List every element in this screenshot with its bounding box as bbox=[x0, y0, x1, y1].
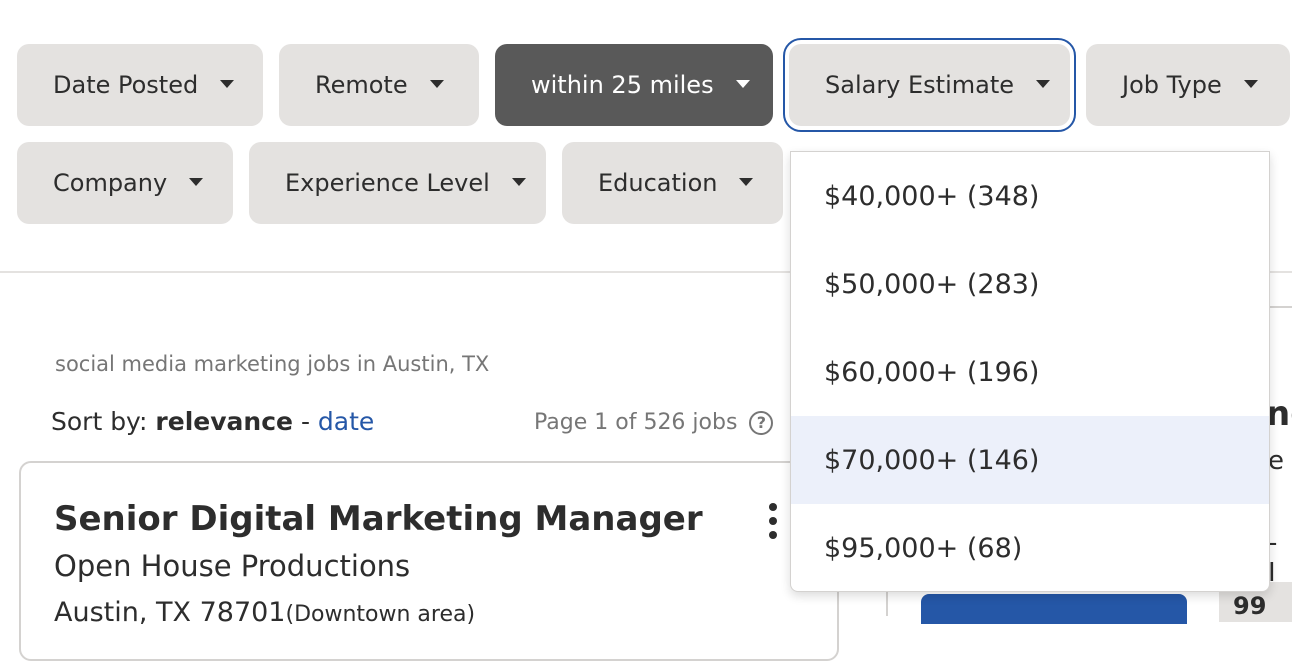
salary-option[interactable]: $70,000+ (146) bbox=[791, 416, 1269, 504]
sort-current: relevance bbox=[155, 407, 293, 436]
filter-label: Experience Level bbox=[285, 169, 490, 197]
detail-text-fragment-2: - I bbox=[1268, 528, 1278, 588]
caret-down-icon bbox=[189, 178, 204, 186]
salary-option[interactable]: $50,000+ (283) bbox=[791, 240, 1269, 328]
caret-down-icon bbox=[220, 80, 235, 88]
results-title: social media marketing jobs in Austin, T… bbox=[55, 352, 490, 376]
job-location-city: Austin, TX 78701 bbox=[54, 597, 286, 628]
more-options-icon[interactable] bbox=[766, 503, 780, 545]
sort-separator: - bbox=[300, 407, 310, 436]
detail-text-fragment: e bbox=[1268, 446, 1284, 476]
filter-label: Salary Estimate bbox=[825, 71, 1015, 99]
filter-education[interactable]: Education bbox=[562, 142, 783, 224]
save-button-fragment: 99 bbox=[1233, 592, 1267, 620]
caret-down-icon bbox=[1036, 80, 1051, 88]
job-card[interactable]: Senior Digital Marketing Manager Open Ho… bbox=[19, 461, 839, 661]
salary-option[interactable]: $95,000+ (68) bbox=[791, 504, 1269, 592]
filter-company[interactable]: Company bbox=[17, 142, 233, 224]
filter-distance[interactable]: within 25 miles bbox=[495, 44, 773, 126]
filter-label: Job Type bbox=[1122, 71, 1222, 99]
filter-job-type[interactable]: Job Type bbox=[1086, 44, 1290, 126]
page-count: Page 1 of 526 jobs bbox=[534, 410, 738, 435]
help-circle-icon[interactable]: ? bbox=[749, 410, 774, 435]
filter-label: within 25 miles bbox=[531, 71, 714, 99]
filter-label: Company bbox=[53, 169, 168, 197]
apply-button[interactable] bbox=[921, 594, 1187, 624]
job-title[interactable]: Senior Digital Marketing Manager bbox=[54, 499, 703, 539]
job-location: Austin, TX 78701(Downtown area) bbox=[54, 597, 475, 628]
filter-remote[interactable]: Remote bbox=[279, 44, 479, 126]
caret-down-icon bbox=[429, 80, 444, 88]
filter-label: Education bbox=[598, 169, 718, 197]
filter-label: Remote bbox=[315, 71, 408, 99]
caret-down-icon bbox=[1243, 80, 1258, 88]
filter-label: Date Posted bbox=[53, 71, 199, 99]
sort-by-date-link[interactable]: date bbox=[318, 407, 374, 436]
filter-experience-level[interactable]: Experience Level bbox=[249, 142, 546, 224]
filter-date-posted[interactable]: Date Posted bbox=[17, 44, 263, 126]
sort-by: Sort by: relevance - date bbox=[51, 407, 374, 436]
caret-down-icon bbox=[511, 178, 526, 186]
job-company: Open House Productions bbox=[54, 549, 411, 583]
page-info: Page 1 of 526 jobs ? bbox=[534, 410, 774, 435]
salary-option[interactable]: $40,000+ (348) bbox=[791, 152, 1269, 240]
job-location-detail: (Downtown area) bbox=[285, 602, 476, 627]
sort-prefix: Sort by: bbox=[51, 407, 148, 436]
caret-down-icon bbox=[735, 80, 750, 88]
caret-down-icon bbox=[739, 178, 754, 186]
filter-salary-estimate[interactable]: Salary Estimate bbox=[783, 38, 1076, 132]
salary-option[interactable]: $60,000+ (196) bbox=[791, 328, 1269, 416]
salary-estimate-dropdown: $40,000+ (348) $50,000+ (283) $60,000+ (… bbox=[790, 151, 1270, 592]
